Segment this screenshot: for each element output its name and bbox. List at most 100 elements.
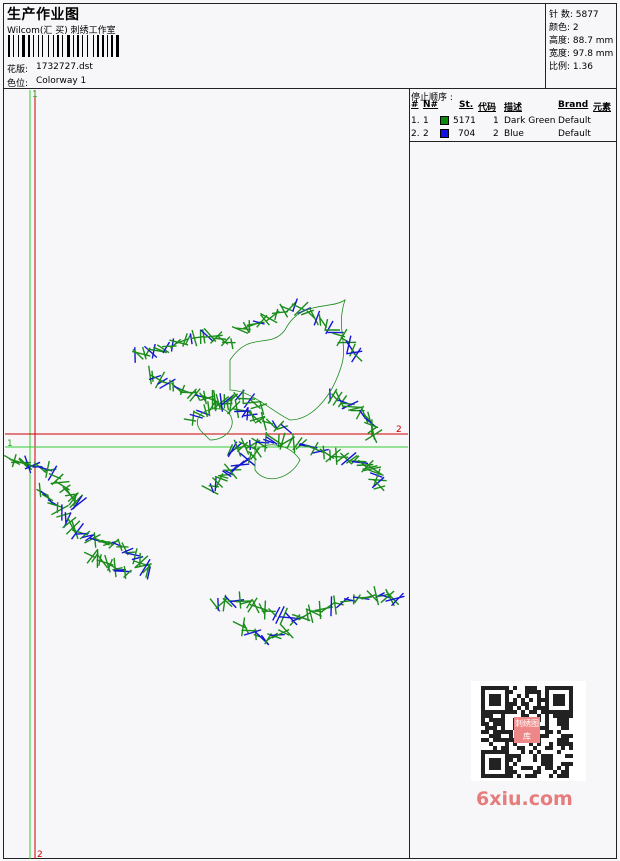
qr-module	[553, 770, 557, 774]
qr-module	[513, 686, 517, 690]
qr-module	[481, 718, 485, 722]
qr-module	[517, 694, 521, 698]
qr-module	[569, 754, 573, 758]
qr-module	[513, 770, 517, 774]
qr-module	[569, 690, 573, 694]
qr-module	[561, 722, 565, 726]
qr-module	[525, 686, 529, 690]
qr-module	[513, 702, 517, 706]
qr-module	[501, 750, 505, 754]
marker-h2: 2	[396, 425, 402, 435]
qr-module	[481, 738, 485, 742]
qr-module	[549, 742, 553, 746]
qr-module	[505, 710, 509, 714]
qr-module	[525, 702, 529, 706]
qr-module	[481, 710, 485, 714]
qr-module	[509, 734, 513, 738]
qr-module	[493, 702, 497, 706]
qr-module	[549, 686, 553, 690]
qr-module	[569, 742, 573, 746]
qr-module	[569, 698, 573, 702]
qr-module	[481, 758, 485, 762]
outline-stitch	[229, 299, 346, 421]
qr-module	[513, 762, 517, 766]
stitch-mark	[330, 596, 333, 617]
qr-module	[525, 774, 529, 778]
qr-module	[481, 754, 485, 758]
qr-module	[533, 746, 537, 750]
qr-module	[533, 758, 537, 762]
qr-module	[489, 694, 493, 698]
qr-module	[521, 710, 525, 714]
qr-module	[509, 690, 513, 694]
stitch-mark	[113, 570, 132, 573]
qr-module	[497, 738, 501, 742]
qr-module	[501, 746, 505, 750]
qr-module	[481, 762, 485, 766]
qr-module	[493, 762, 497, 766]
qr-module	[489, 686, 493, 690]
stitch-mark	[222, 594, 227, 612]
stitch-mark	[356, 463, 374, 467]
qr-module	[481, 706, 485, 710]
qr-module	[493, 718, 497, 722]
production-sheet: 生产作业图 Wilcom(汇 买) 刺绣工作室 花版: 1732727.dst …	[0, 0, 620, 861]
qr-module	[505, 702, 509, 706]
qr-module	[485, 750, 489, 754]
qr-module	[549, 762, 553, 766]
qr-module	[557, 730, 561, 734]
qr-module	[505, 750, 509, 754]
qr-module	[549, 758, 553, 762]
marker-h1: 1	[7, 439, 13, 449]
qr-module	[505, 746, 509, 750]
qr-module	[505, 762, 509, 766]
qr-module	[489, 750, 493, 754]
qr-module	[553, 710, 557, 714]
qr-module	[505, 738, 509, 742]
qr-module	[533, 770, 537, 774]
qr-module	[485, 686, 489, 690]
stitch-mark	[277, 434, 280, 447]
stitch-mark	[237, 397, 256, 400]
qr-module	[509, 754, 513, 758]
qr-module	[569, 714, 573, 718]
qr-module	[501, 774, 505, 778]
qr-module	[513, 710, 517, 714]
qr-module	[497, 758, 501, 762]
qr-module	[513, 698, 517, 702]
qr-module	[561, 726, 565, 730]
qr-module	[569, 762, 573, 766]
qr-module	[549, 766, 553, 770]
stitch-mark	[340, 336, 350, 344]
qr-module	[565, 766, 569, 770]
qr-module	[529, 750, 533, 754]
qr-module	[541, 734, 545, 738]
stitch-mark	[212, 337, 227, 340]
qr-module	[489, 726, 493, 730]
qr-module	[509, 706, 513, 710]
qr-module	[561, 734, 565, 738]
stitch-mark	[279, 616, 296, 619]
qr-module	[501, 718, 505, 722]
qr-module	[493, 758, 497, 762]
qr-module	[557, 738, 561, 742]
qr-module	[549, 730, 553, 734]
qr-module	[557, 766, 561, 770]
qr-module	[565, 686, 569, 690]
qr-module	[565, 762, 569, 766]
qr-module	[481, 766, 485, 770]
qr-module	[533, 774, 537, 778]
qr-module	[509, 766, 513, 770]
qr-module	[557, 698, 561, 702]
qr-module	[569, 746, 573, 750]
qr-module	[501, 714, 505, 718]
qr-module	[481, 702, 485, 706]
qr-module	[489, 774, 493, 778]
qr-module	[489, 762, 493, 766]
qr-module	[493, 730, 497, 734]
qr-module	[489, 766, 493, 770]
qr-module	[565, 754, 569, 758]
stitch-pattern	[3, 298, 405, 646]
qr-module	[485, 730, 489, 734]
qr-module	[529, 766, 533, 770]
